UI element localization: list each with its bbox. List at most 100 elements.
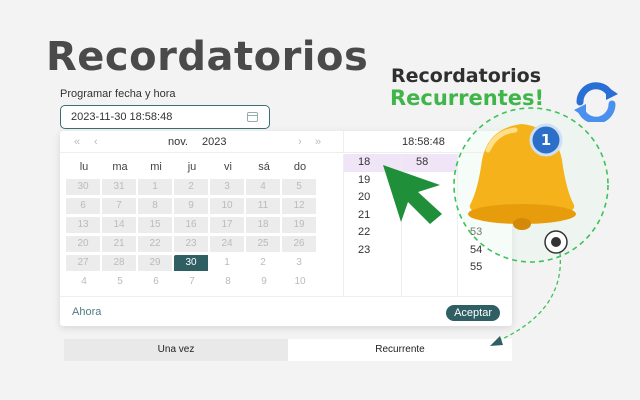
- second-option[interactable]: [458, 189, 512, 207]
- day-cell[interactable]: 26: [282, 236, 318, 255]
- day-cell[interactable]: 18: [246, 217, 282, 236]
- day-cell[interactable]: 8: [138, 198, 174, 217]
- calendar-icon[interactable]: [247, 112, 258, 122]
- day-cell[interactable]: 3: [210, 179, 246, 198]
- day-cell[interactable]: 2: [246, 255, 282, 274]
- day-cell[interactable]: 25: [246, 236, 282, 255]
- day-cell[interactable]: 11: [246, 198, 282, 217]
- day-cell[interactable]: 13: [66, 217, 102, 236]
- week-row: 20 21 22 23 24 25 26: [66, 236, 336, 255]
- day-cell[interactable]: 9: [174, 198, 210, 217]
- week-row: 30 31 1 2 3 4 5: [66, 179, 336, 198]
- day-cell[interactable]: 14: [102, 217, 138, 236]
- page-title: Recordatorios: [46, 34, 369, 80]
- prev-year-button[interactable]: «: [74, 136, 80, 148]
- day-cell[interactable]: 23: [174, 236, 210, 255]
- badge-count: 1: [541, 131, 551, 149]
- year-label[interactable]: 2023: [202, 136, 226, 148]
- promo-title-line1: Recordatorios: [391, 65, 542, 87]
- second-option[interactable]: 54: [458, 242, 512, 260]
- day-cell[interactable]: 15: [138, 217, 174, 236]
- second-option[interactable]: 55: [458, 259, 512, 277]
- day-cell[interactable]: 20: [66, 236, 102, 255]
- week-row: 27 28 29 30 1 2 3: [66, 255, 336, 274]
- hour-column[interactable]: 18 19 20 21 22 23: [343, 154, 401, 296]
- now-button[interactable]: Ahora: [72, 306, 101, 318]
- minute-column[interactable]: 58: [401, 154, 457, 296]
- week-row: 13 14 15 16 17 18 19: [66, 217, 336, 236]
- refresh-icon: [574, 82, 618, 122]
- week-row: 6 7 8 9 10 11 12: [66, 198, 336, 217]
- minute-option-selected[interactable]: 58: [402, 154, 457, 172]
- second-option[interactable]: [458, 154, 512, 172]
- day-cell[interactable]: 3: [282, 255, 318, 274]
- hour-option-selected[interactable]: 18: [344, 154, 401, 172]
- day-cell[interactable]: 1: [210, 255, 246, 274]
- day-cell[interactable]: 16: [174, 217, 210, 236]
- weekday-label: ju: [187, 161, 197, 173]
- weekday-label: ma: [112, 161, 128, 173]
- promo-title-line2: Recurrentes!: [390, 86, 545, 110]
- day-cell[interactable]: 27: [66, 255, 102, 274]
- day-cell[interactable]: 6: [138, 274, 174, 293]
- hour-option[interactable]: 22: [344, 224, 401, 242]
- week-row: 4 5 6 7 8 9 10: [66, 274, 336, 293]
- day-cell[interactable]: 29: [138, 255, 174, 274]
- hour-option[interactable]: 19: [344, 172, 401, 190]
- time-header: 18:58:48: [343, 131, 512, 153]
- day-cell[interactable]: 5: [102, 274, 138, 293]
- day-cell[interactable]: 9: [246, 274, 282, 293]
- next-month-button[interactable]: ›: [298, 136, 302, 148]
- hour-option[interactable]: 23: [344, 242, 401, 260]
- day-cell[interactable]: 4: [246, 179, 282, 198]
- picker-footer: Ahora Aceptar: [60, 296, 512, 326]
- day-cell[interactable]: 28: [102, 255, 138, 274]
- second-option[interactable]: 53: [458, 224, 512, 242]
- day-cell[interactable]: 24: [210, 236, 246, 255]
- day-grid: lu ma mi ju vi sá do 30 31 1 2 3 4 5 6 7…: [66, 161, 336, 293]
- once-tab[interactable]: Una vez: [64, 339, 288, 361]
- recurring-tab[interactable]: Recurrente: [288, 339, 512, 361]
- second-column[interactable]: 52 53 54 55: [457, 154, 512, 296]
- schedule-label: Programar fecha y hora: [60, 88, 176, 100]
- day-cell[interactable]: 22: [138, 236, 174, 255]
- radio-dot-icon: [544, 230, 568, 254]
- day-cell[interactable]: 17: [210, 217, 246, 236]
- datetime-input[interactable]: 2023-11-30 18:58:48: [60, 105, 270, 129]
- second-option[interactable]: 52: [458, 207, 512, 225]
- day-cell[interactable]: 10: [210, 198, 246, 217]
- notification-badge: 1: [529, 123, 563, 157]
- day-cell[interactable]: 7: [102, 198, 138, 217]
- mode-toggle: Una vez Recurrente: [64, 339, 512, 361]
- day-cell[interactable]: 21: [102, 236, 138, 255]
- hour-option[interactable]: 20: [344, 189, 401, 207]
- day-cell[interactable]: 6: [66, 198, 102, 217]
- day-cell[interactable]: 7: [174, 274, 210, 293]
- day-cell[interactable]: 19: [282, 217, 318, 236]
- hour-option[interactable]: 21: [344, 207, 401, 225]
- day-cell[interactable]: 31: [102, 179, 138, 198]
- day-cell[interactable]: 30: [66, 179, 102, 198]
- datetime-value: 2023-11-30 18:58:48: [71, 111, 173, 123]
- weekday-label: lu: [79, 161, 89, 173]
- weekday-label: sá: [258, 161, 270, 173]
- calendar-nav: « ‹ nov. 2023 › »: [60, 131, 343, 153]
- day-cell[interactable]: 12: [282, 198, 318, 217]
- accept-button[interactable]: Aceptar: [446, 305, 500, 321]
- day-cell[interactable]: 10: [282, 274, 318, 293]
- selected-day-cell[interactable]: 30: [174, 255, 210, 274]
- day-cell[interactable]: 2: [174, 179, 210, 198]
- day-cell[interactable]: 5: [282, 179, 318, 198]
- month-label[interactable]: nov.: [168, 136, 188, 148]
- day-cell[interactable]: 4: [66, 274, 102, 293]
- second-option[interactable]: [458, 172, 512, 190]
- weekday-label: mi: [150, 161, 162, 173]
- prev-month-button[interactable]: ‹: [94, 136, 98, 148]
- datetime-picker: « ‹ nov. 2023 › » lu ma mi ju vi sá do 3…: [60, 131, 512, 326]
- day-cell[interactable]: 1: [138, 179, 174, 198]
- weekday-label: vi: [224, 161, 232, 173]
- day-cell[interactable]: 8: [210, 274, 246, 293]
- next-year-button[interactable]: »: [315, 136, 321, 148]
- weekday-header: lu ma mi ju vi sá do: [66, 161, 336, 179]
- weekday-label: do: [293, 161, 307, 173]
